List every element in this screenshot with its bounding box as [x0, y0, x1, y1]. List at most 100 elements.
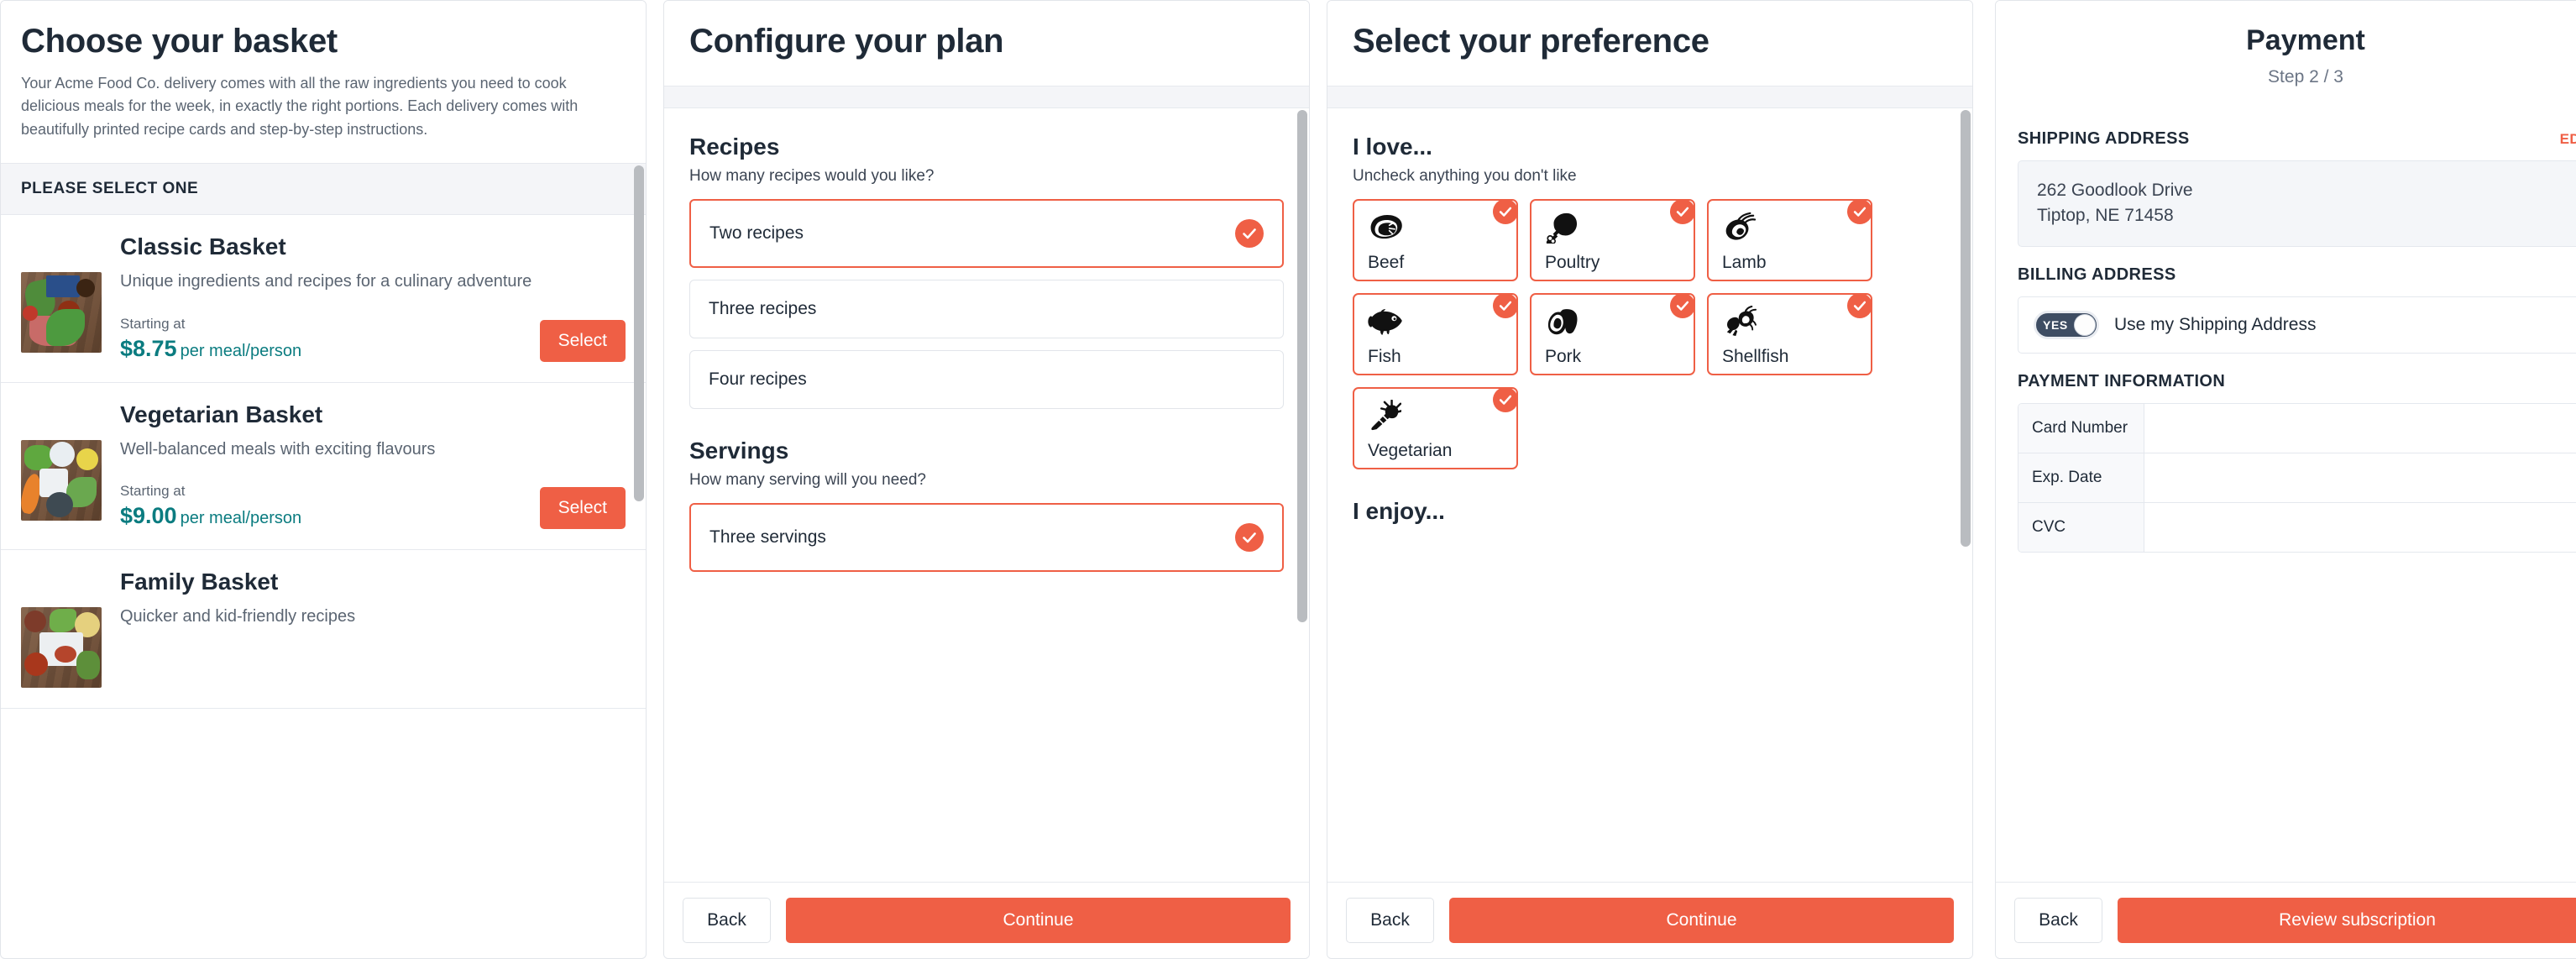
- cvc-cell[interactable]: [2144, 502, 2576, 552]
- edit-shipping-address-link[interactable]: EDIT: [2560, 131, 2576, 148]
- tile-label: Vegetarian: [1368, 441, 1453, 460]
- preference-tile-vegetarian[interactable]: Vegetarian: [1353, 387, 1518, 469]
- recipes-option-four[interactable]: Four recipes: [689, 350, 1284, 409]
- plan-title: Configure your plan: [689, 23, 1004, 60]
- servings-question: How many serving will you need?: [689, 471, 926, 489]
- exp-date-input[interactable]: [2158, 466, 2576, 489]
- tile-label: Fish: [1368, 347, 1401, 366]
- i-enjoy-group: I enjoy...: [1353, 498, 1947, 525]
- preference-tile-fish[interactable]: Fish: [1353, 293, 1518, 375]
- basket-price: $9.00: [120, 503, 177, 529]
- check-icon: [1235, 523, 1264, 552]
- preference-tile-poultry[interactable]: Poultry: [1530, 199, 1695, 281]
- ham-icon: [1545, 303, 1582, 340]
- option-label: Three servings: [709, 527, 826, 547]
- option-label: Two recipes: [709, 223, 804, 243]
- basket-thumbnail: [21, 439, 102, 521]
- pref-progress-band: [1327, 86, 1972, 108]
- preference-tile-lamb[interactable]: Lamb: [1707, 199, 1872, 281]
- card-number-input[interactable]: [2158, 417, 2576, 439]
- recipes-heading: Recipes: [689, 134, 780, 160]
- plan-panel-header: Configure your plan: [664, 1, 1309, 86]
- basket-panel-body: PLEASE SELECT ONE Classic Basket Unique …: [1, 164, 646, 958]
- drumstick-icon: [1545, 209, 1579, 246]
- payment-information-table: Card Number Exp. Date CVC: [2018, 402, 2576, 553]
- shipping-address-header: SHIPPING ADDRESS EDIT: [2018, 129, 2576, 149]
- shipping-address-line1: 262 Goodlook Drive: [2037, 181, 2193, 200]
- basket-thumbnail: [21, 272, 102, 354]
- basket-description: Quicker and kid-friendly recipes: [120, 607, 356, 626]
- basket-price: $8.75: [120, 335, 177, 361]
- continue-button[interactable]: Continue: [1449, 898, 1954, 943]
- plan-scrollbar[interactable]: [1297, 110, 1307, 622]
- preference-tile-grid: Beef Poultry Lamb Fish Pork Shellfish Ve…: [1353, 199, 1873, 469]
- lamb-chop-icon: [1722, 209, 1757, 246]
- configure-plan-panel: Configure your plan Recipes How many rec…: [663, 0, 1310, 959]
- select-basket-button[interactable]: Select: [539, 487, 626, 530]
- servings-option-three[interactable]: Three servings: [689, 503, 1284, 572]
- preference-tile-pork[interactable]: Pork: [1530, 293, 1695, 375]
- please-select-one-label: PLEASE SELECT ONE: [1, 164, 646, 216]
- tile-label: Lamb: [1722, 253, 1767, 272]
- basket-description: Well-balanced meals with exciting flavou…: [120, 439, 436, 459]
- starting-at-label: Starting at: [120, 315, 186, 332]
- cvc-label: CVC: [2018, 502, 2144, 552]
- pref-panel-footer: Back Continue: [1327, 882, 1972, 958]
- back-button[interactable]: Back: [1346, 898, 1434, 943]
- back-button[interactable]: Back: [2014, 898, 2102, 943]
- i-love-heading: I love...: [1353, 134, 1432, 160]
- basket-name: Family Basket: [120, 569, 279, 595]
- check-icon: [1670, 293, 1695, 318]
- carrot-icon: [1368, 397, 1401, 434]
- table-row: Exp. Date: [2018, 453, 2576, 503]
- starting-at-label: Starting at: [120, 483, 186, 500]
- recipes-option-three[interactable]: Three recipes: [689, 280, 1284, 338]
- continue-button[interactable]: Continue: [786, 898, 1291, 943]
- basket-list-item[interactable]: Family Basket Quicker and kid-friendly r…: [1, 550, 646, 710]
- payment-panel-body: SHIPPING ADDRESS EDIT 262 Goodlook Drive…: [1996, 106, 2576, 882]
- preference-tile-shellfish[interactable]: Shellfish: [1707, 293, 1872, 375]
- basket-name: Vegetarian Basket: [120, 401, 323, 427]
- pref-scrollbar[interactable]: [1961, 110, 1971, 547]
- app-stage: Choose your basket Your Acme Food Co. de…: [0, 0, 2576, 959]
- toggle-value-label: YES: [2043, 317, 2068, 332]
- payment-title: Payment: [2246, 24, 2365, 56]
- check-icon: [1493, 293, 1518, 318]
- payment-panel-header: Payment Step 2 / 3: [1996, 1, 2576, 106]
- pref-panel-body: I love... Uncheck anything you don't lik…: [1327, 108, 1972, 882]
- basket-list-item[interactable]: Vegetarian Basket Well-balanced meals wi…: [1, 383, 646, 551]
- check-icon: [1847, 293, 1872, 318]
- basket-scrollbar[interactable]: [634, 165, 644, 502]
- cvc-input[interactable]: [2158, 516, 2576, 538]
- tile-label: Poultry: [1545, 253, 1600, 272]
- basket-list-item[interactable]: Classic Basket Unique ingredients and re…: [1, 215, 646, 383]
- card-number-cell[interactable]: [2144, 403, 2576, 453]
- basket-intro-text: Your Acme Food Co. delivery comes with a…: [21, 75, 579, 138]
- use-shipping-address-toggle[interactable]: YES: [2034, 310, 2099, 339]
- tile-label: Shellfish: [1722, 347, 1789, 366]
- servings-group: Servings How many serving will you need?…: [689, 438, 1284, 572]
- basket-description: Unique ingredients and recipes for a cul…: [120, 272, 532, 291]
- i-love-group: I love... Uncheck anything you don't lik…: [1353, 134, 1947, 469]
- review-subscription-button[interactable]: Review subscription: [2118, 898, 2576, 943]
- table-row: Card Number: [2018, 403, 2576, 453]
- exp-date-cell[interactable]: [2144, 453, 2576, 502]
- check-icon: [1493, 387, 1518, 412]
- recipes-question: How many recipes would you like?: [689, 167, 935, 185]
- recipes-option-two[interactable]: Two recipes: [689, 199, 1284, 268]
- recipes-group: Recipes How many recipes would you like?…: [689, 134, 1284, 409]
- check-icon: [1493, 199, 1518, 224]
- exp-date-label: Exp. Date: [2018, 453, 2144, 502]
- select-basket-button[interactable]: Select: [539, 319, 626, 362]
- basket-thumbnail: [21, 607, 102, 689]
- page-title: Choose your basket: [21, 23, 338, 60]
- basket-price-unit: per meal/person: [180, 509, 302, 528]
- back-button[interactable]: Back: [683, 898, 771, 943]
- check-icon: [1670, 199, 1695, 224]
- payment-step-indicator: Step 2 / 3: [2268, 67, 2343, 86]
- lobster-icon: [1722, 303, 1757, 340]
- preference-tile-beef[interactable]: Beef: [1353, 199, 1518, 281]
- steak-icon: [1368, 209, 1405, 246]
- option-label: Four recipes: [709, 369, 807, 389]
- billing-address-header: BILLING ADDRESS: [2018, 265, 2576, 285]
